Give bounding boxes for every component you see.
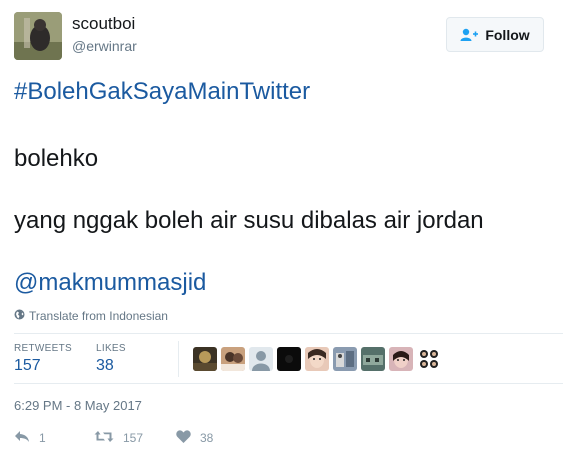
tweet-actions: 1 157 38	[14, 430, 213, 446]
liker-avatar[interactable]	[417, 347, 441, 371]
timestamp[interactable]: 6:29 PM - 8 May 2017	[14, 398, 142, 413]
reply-button[interactable]: 1	[14, 430, 94, 446]
retweet-button[interactable]: 157	[94, 430, 176, 446]
retweets-label: RETWEETS	[14, 343, 72, 354]
likes-count: 38	[96, 357, 114, 374]
user-handle[interactable]: @erwinrar	[72, 38, 137, 54]
retweets-stat[interactable]: RETWEETS 157	[14, 343, 72, 375]
avatar[interactable]	[14, 12, 62, 60]
tweet-text-line: bolehko	[14, 145, 99, 172]
liker-avatar[interactable]	[305, 347, 329, 371]
liker-avatar[interactable]	[361, 347, 385, 371]
retweet-count: 157	[123, 431, 144, 445]
retweet-icon	[94, 430, 114, 446]
liker-avatar[interactable]	[389, 347, 413, 371]
reply-icon	[14, 430, 30, 446]
stats-separator	[178, 341, 179, 377]
like-count: 38	[200, 431, 214, 445]
likes-label: LIKES	[96, 343, 126, 354]
liker-avatar[interactable]	[193, 347, 217, 371]
liker-avatar[interactable]	[277, 347, 301, 371]
add-user-icon	[460, 28, 479, 42]
liker-avatar[interactable]	[249, 347, 273, 371]
liker-avatars	[193, 347, 441, 371]
translate-label: Translate from Indonesian	[29, 309, 168, 323]
tweet-card: scoutboi @erwinrar Follow #BolehGakSayaM…	[0, 0, 563, 455]
divider	[14, 333, 563, 334]
likes-stat[interactable]: LIKES 38	[96, 343, 126, 375]
liker-avatar[interactable]	[221, 347, 245, 371]
globe-icon	[14, 309, 25, 323]
reply-count: 1	[39, 431, 46, 445]
liker-avatar[interactable]	[333, 347, 357, 371]
follow-button[interactable]: Follow	[446, 17, 544, 52]
tweet-text-line: yang nggak boleh air susu dibalas air jo…	[14, 207, 484, 234]
like-button[interactable]: 38	[176, 430, 213, 446]
translate-link[interactable]: Translate from Indonesian	[14, 309, 168, 323]
mention-link[interactable]: @makmummasjid	[14, 269, 206, 297]
retweets-count: 157	[14, 357, 41, 374]
follow-button-label: Follow	[485, 26, 530, 43]
hashtag-link[interactable]: #BolehGakSayaMainTwitter	[14, 78, 310, 106]
heart-icon	[176, 430, 191, 446]
divider	[14, 383, 563, 384]
display-name[interactable]: scoutboi	[72, 14, 135, 34]
